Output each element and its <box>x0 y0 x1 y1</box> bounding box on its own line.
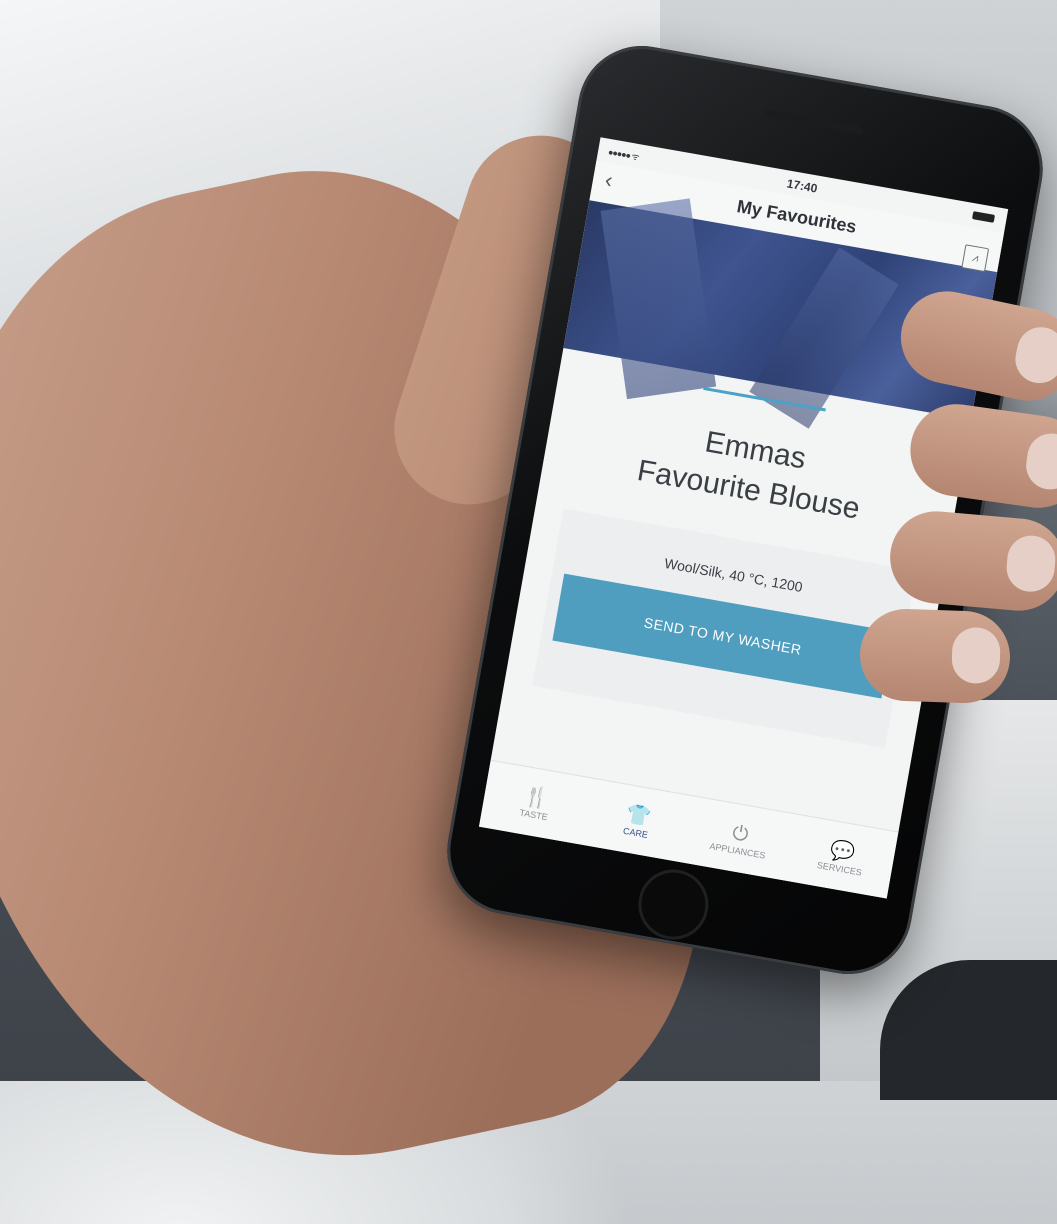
tab-taste[interactable]: 🍴 TASTE <box>479 761 593 846</box>
tab-services[interactable]: 💬 SERVICES <box>785 815 899 899</box>
fingernail <box>951 626 1002 685</box>
fabric-fold <box>600 198 717 400</box>
fingernail <box>1023 430 1057 493</box>
finger <box>858 607 1012 705</box>
activity-icon[interactable]: ⩘ <box>961 244 990 273</box>
fingernail <box>1010 322 1057 388</box>
program-card: Wool/Silk, 40 °C, 1200 SEND TO MY WASHER <box>532 508 917 748</box>
phone-earpiece <box>763 109 864 135</box>
tab-appliances[interactable]: ⏻ APPLIANCES <box>683 797 797 882</box>
power-icon: ⏻ <box>730 821 751 847</box>
tab-care[interactable]: 👕 CARE <box>581 779 695 864</box>
fingernail <box>1004 533 1057 594</box>
home-button[interactable] <box>632 864 714 946</box>
